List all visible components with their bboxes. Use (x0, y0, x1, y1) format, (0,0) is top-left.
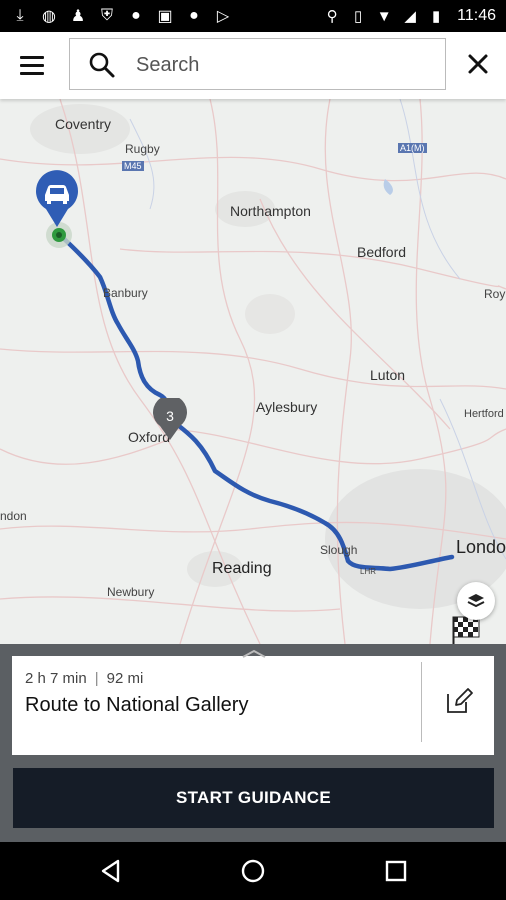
place-royston: Roy (484, 287, 506, 301)
place-coventry: Coventry (55, 116, 112, 132)
back-icon[interactable] (98, 858, 124, 884)
layers-icon (467, 594, 485, 608)
place-reading: Reading (212, 560, 272, 577)
layers-button[interactable] (457, 582, 495, 620)
home-icon[interactable] (240, 858, 266, 884)
shield-icon: ⛨ (100, 7, 113, 24)
close-icon[interactable] (464, 50, 492, 78)
place-bedford: Bedford (357, 244, 407, 260)
destination-flag-icon[interactable] (452, 616, 480, 644)
download-icon: ⤓ (16, 7, 24, 24)
place-hertford: Hertford (464, 408, 504, 420)
place-lhr: LHR (360, 567, 377, 576)
route-duration: 2 h 7 min (25, 670, 87, 687)
status-bar: ⤓ ◍ ♟ ⛨ ● ▣ ● ▷ ⚲ ▯ ▼ ◢ ▮ 11:46 (0, 0, 506, 32)
place-slough: Slough (320, 543, 358, 557)
notification-icons: ⤓ ◍ ♟ ⛨ ● ▣ ● ▷ (10, 6, 233, 26)
waypoint-number: 3 (166, 408, 174, 424)
image-icon: ▣ (157, 8, 173, 25)
route-title: Route to National Gallery (25, 694, 249, 716)
route-summary-card[interactable]: 2 h 7 min | 92 mi Route to National Galler… (12, 656, 494, 755)
place-rugby: Rugby (125, 142, 160, 156)
navigation-bar (0, 842, 506, 900)
road-m45-label: M45 (122, 161, 144, 171)
location-icon: ⚲ (326, 8, 338, 25)
circle-icon: ● (131, 7, 141, 24)
place-london-west: ndon (0, 509, 27, 523)
drag-handle-icon[interactable] (241, 649, 267, 659)
waypoint-pin[interactable]: 3 (151, 398, 189, 442)
place-luton: Luton (370, 367, 406, 383)
place-banbury: Banbury (103, 286, 148, 300)
person-icon: ♟ (70, 8, 86, 25)
road-a1m-label: A1(M) (398, 143, 427, 153)
divider (421, 662, 422, 742)
play-store-icon: ▷ (216, 8, 230, 25)
menu-button[interactable] (20, 50, 50, 80)
signal-icon: ◢ (404, 8, 416, 25)
wifi-icon: ▼ (376, 7, 392, 25)
car-location-pin[interactable] (33, 169, 81, 229)
place-newbury: Newbury (107, 585, 155, 599)
place-london: London (456, 537, 506, 557)
search-input[interactable] (134, 49, 428, 81)
route-meta: 2 h 7 min | 92 mi (25, 670, 144, 687)
vibrate-icon: ▯ (354, 8, 363, 25)
battery-icon: ▮ (432, 8, 441, 25)
clock: 11:46 (457, 7, 496, 24)
top-bar (0, 32, 506, 99)
start-guidance-button[interactable]: START GUIDANCE (13, 768, 494, 828)
map-view[interactable]: Coventry Rugby M45 A1(M) Northampton Bed… (0, 99, 506, 644)
recents-icon[interactable] (383, 858, 409, 884)
search-box[interactable] (69, 38, 446, 90)
basketball-icon: ◍ (42, 8, 56, 25)
place-northampton: Northampton (230, 203, 311, 219)
circle-icon: ● (189, 7, 199, 24)
place-aylesbury: Aylesbury (256, 399, 318, 415)
edit-route-icon[interactable] (444, 686, 474, 716)
hamburger-icon (20, 55, 44, 59)
route-distance: 92 mi (106, 670, 144, 687)
search-icon (89, 52, 115, 78)
system-icons: ⚲ ▯ ▼ ◢ ▮ 11:46 (323, 6, 496, 26)
